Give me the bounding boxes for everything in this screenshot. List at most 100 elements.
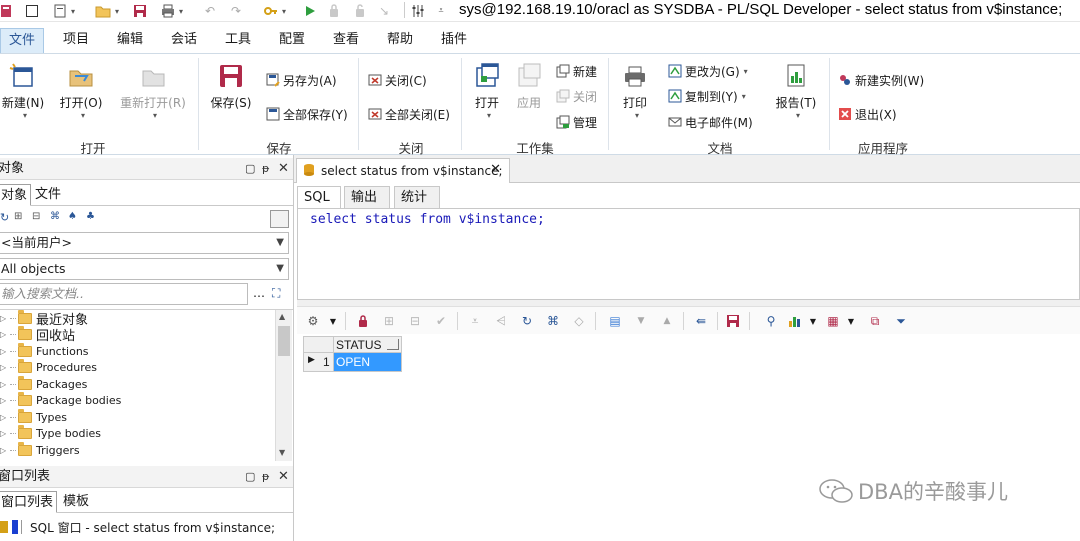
search-more-icon[interactable]: … bbox=[253, 286, 265, 300]
stop-icon[interactable] bbox=[326, 2, 342, 20]
panel-close-icon[interactable]: ✕ bbox=[278, 158, 289, 180]
workset-new-button[interactable]: 新建 bbox=[556, 62, 597, 80]
query-by-example-icon[interactable]: ⚲ bbox=[763, 313, 779, 329]
delete-record-icon[interactable]: ⊟ bbox=[407, 313, 423, 329]
save-results-icon[interactable] bbox=[725, 313, 741, 329]
sql-text[interactable]: select status from v$instance; bbox=[310, 212, 545, 227]
tree-item[interactable]: ▷ Type bodies bbox=[0, 424, 101, 441]
print-button[interactable]: 打印 ▾ bbox=[616, 62, 654, 120]
import-icon[interactable]: ⇚ bbox=[693, 313, 709, 329]
chevron-down-icon[interactable]: ▼ bbox=[325, 313, 341, 329]
exit-button[interactable]: 退出(X) bbox=[838, 105, 897, 123]
chart-icon[interactable] bbox=[787, 313, 803, 329]
tree-item[interactable]: ▷ Functions bbox=[0, 342, 89, 359]
customize-quick-access-icon[interactable]: ⩡ bbox=[434, 2, 448, 20]
panel-close-icon[interactable]: ✕ bbox=[278, 466, 289, 488]
copy-to-excel-icon[interactable]: ⧉ bbox=[867, 313, 883, 329]
tab-plugins[interactable]: 插件 bbox=[434, 28, 474, 53]
open-button[interactable]: 打开(O) ▾ bbox=[58, 62, 104, 120]
tab-objects[interactable]: 对象 bbox=[0, 184, 32, 206]
save-as-button[interactable]: 另存为(A) bbox=[266, 71, 337, 89]
scroll-down-icon[interactable]: ▼ bbox=[279, 448, 285, 457]
find-icon[interactable]: ⌘ bbox=[50, 211, 60, 222]
tab-window-list[interactable]: 窗口列表 bbox=[0, 491, 58, 513]
redo-icon[interactable]: ↷ bbox=[228, 2, 244, 20]
insert-record-icon[interactable]: ⊞ bbox=[381, 313, 397, 329]
post-changes-icon[interactable]: ✔ bbox=[433, 313, 449, 329]
save-all-button[interactable]: 全部保存(Y) bbox=[266, 105, 348, 123]
settings-sliders-icon[interactable] bbox=[410, 2, 426, 20]
print-quick-icon[interactable]: ▾ bbox=[158, 2, 186, 20]
workset-apply-button[interactable]: 应用 bbox=[510, 62, 548, 111]
tab-tools[interactable]: 工具 bbox=[218, 28, 258, 53]
filter-icon[interactable]: ♠ bbox=[68, 211, 77, 222]
panel-pin-icon[interactable]: ᵽ bbox=[262, 466, 269, 488]
tree-item[interactable]: ▷ Procedures bbox=[0, 358, 97, 375]
export-icon[interactable]: ▦ bbox=[825, 313, 841, 329]
column-header[interactable]: STATUS bbox=[334, 336, 402, 353]
new-quick-icon[interactable]: ▾ bbox=[52, 2, 76, 20]
user-combo[interactable]: <当前用户> ▼ bbox=[0, 232, 289, 254]
table-cell[interactable]: OPEN bbox=[334, 353, 402, 372]
column-menu-icon[interactable] bbox=[387, 339, 399, 350]
save-quick-icon[interactable] bbox=[132, 2, 148, 20]
report-button[interactable]: 报告(T) ▾ bbox=[772, 62, 820, 120]
sort-down-icon[interactable]: ▼ bbox=[633, 313, 649, 329]
tab-statistics[interactable]: 统计 bbox=[394, 186, 440, 208]
new-instance-button[interactable]: 新建实例(W) bbox=[838, 71, 924, 89]
objects-panel-box[interactable] bbox=[270, 210, 289, 228]
change-to-button[interactable]: 更改为(G) ▾ bbox=[668, 62, 748, 80]
chevron-down-icon[interactable]: ▼ bbox=[843, 313, 859, 329]
tab-file[interactable]: 文件 bbox=[0, 28, 44, 53]
tab-project[interactable]: 项目 bbox=[56, 28, 96, 53]
execute-icon[interactable] bbox=[302, 2, 318, 20]
chevron-down-icon[interactable]: ▼ bbox=[805, 313, 821, 329]
clear-icon[interactable]: ◇ bbox=[571, 313, 587, 329]
commit-icon[interactable] bbox=[352, 2, 368, 20]
search-input[interactable]: 输入搜索文档.. bbox=[0, 283, 248, 305]
single-record-view-icon[interactable]: ▤ bbox=[607, 313, 623, 329]
object-filter-combo[interactable]: All objects ▼ bbox=[0, 258, 289, 280]
tree-item[interactable]: ▷ Package bodies bbox=[0, 391, 121, 408]
window-list-item[interactable]: SQL 窗口 - select status from v$instance; bbox=[0, 516, 293, 538]
tree-item[interactable]: ▷ 回收站 bbox=[0, 325, 75, 344]
options-icon[interactable]: ♣ bbox=[86, 211, 95, 222]
fetch-next-icon[interactable]: ⩡ bbox=[467, 313, 483, 329]
key-icon[interactable]: ▾ bbox=[258, 2, 292, 20]
close-all-button[interactable]: 全部关闭(E) bbox=[368, 105, 450, 123]
search-options-icon[interactable]: ⛶ bbox=[272, 286, 280, 301]
tab-templates[interactable]: 模板 bbox=[60, 491, 92, 513]
rollback-icon[interactable]: ↘ bbox=[376, 2, 392, 20]
tab-files[interactable]: 文件 bbox=[32, 184, 64, 206]
scroll-up-icon[interactable]: ▲ bbox=[279, 312, 285, 321]
expand-icon[interactable]: ⊞ bbox=[14, 211, 22, 222]
tree-item[interactable]: ▷ Packages bbox=[0, 375, 87, 392]
workset-open-button[interactable]: 打开 ▾ bbox=[468, 62, 506, 120]
filter-icon[interactable]: ⏷ bbox=[893, 313, 909, 329]
tab-view[interactable]: 查看 bbox=[326, 28, 366, 53]
tab-config[interactable]: 配置 bbox=[272, 28, 312, 53]
fetch-last-icon[interactable]: ⩤ bbox=[493, 313, 509, 329]
find-icon[interactable]: ⌘ bbox=[545, 313, 561, 329]
tab-output[interactable]: 输出 bbox=[344, 186, 390, 208]
lock-icon[interactable] bbox=[355, 313, 371, 329]
scroll-thumb[interactable] bbox=[278, 326, 290, 356]
copy-to-button[interactable]: 复制到(Y) ▾ bbox=[668, 87, 746, 105]
tab-sql[interactable]: SQL bbox=[297, 186, 341, 208]
panel-pin-icon[interactable]: ᵽ bbox=[262, 158, 269, 180]
tree-item[interactable]: ▷ Triggers bbox=[0, 441, 80, 458]
save-button[interactable]: 保存(S) bbox=[208, 62, 254, 111]
refresh-icon[interactable]: ↻ bbox=[519, 313, 535, 329]
tab-close-icon[interactable]: ✕ bbox=[490, 162, 501, 177]
tab-edit[interactable]: 编辑 bbox=[110, 28, 150, 53]
row-header[interactable]: ▶ 1 bbox=[303, 353, 334, 372]
email-button[interactable]: 电子邮件(M) bbox=[668, 113, 753, 131]
tree-item[interactable]: ▷ Types bbox=[0, 408, 67, 425]
panel-minimize-icon[interactable]: ▢ bbox=[245, 158, 255, 180]
grid-settings-icon[interactable]: ⚙ bbox=[305, 313, 321, 329]
reopen-button[interactable]: 重新打开(R) ▾ bbox=[116, 62, 190, 120]
sort-up-icon[interactable]: ▲ bbox=[659, 313, 675, 329]
workset-close-button[interactable]: 关闭 bbox=[556, 87, 597, 105]
undo-icon[interactable]: ↶ bbox=[202, 2, 218, 20]
tree-scrollbar[interactable]: ▲ ▼ bbox=[275, 310, 292, 461]
